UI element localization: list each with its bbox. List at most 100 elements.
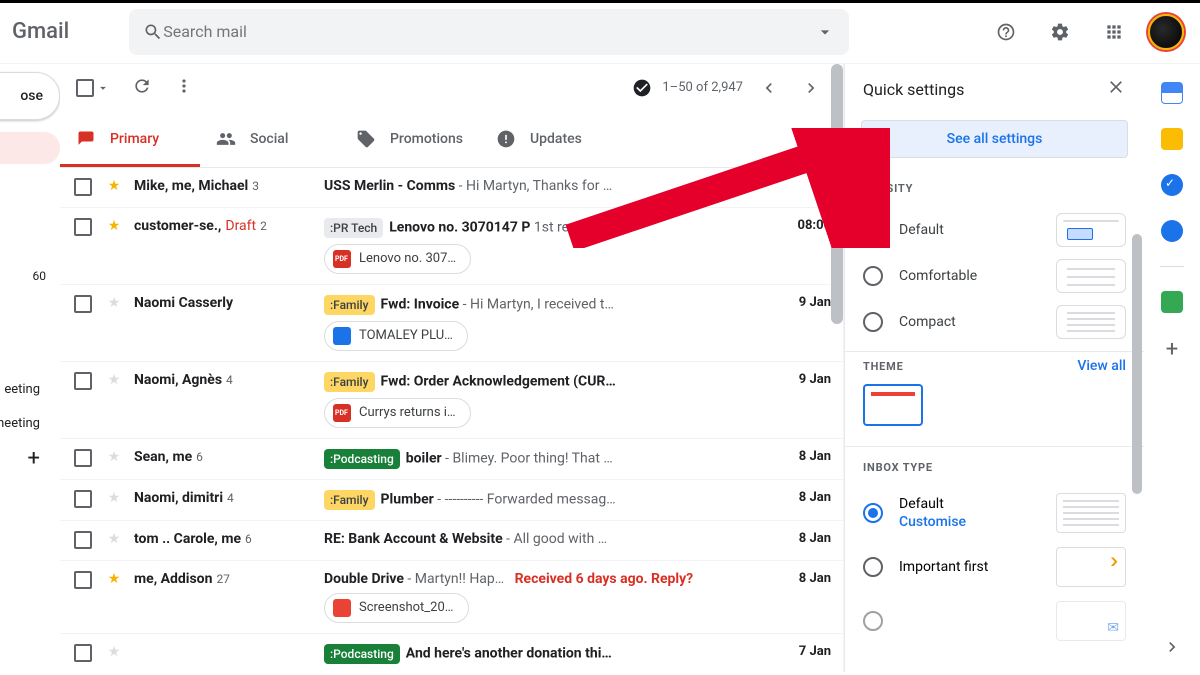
mail-row[interactable]: ★ tom .. Carole, me 6 RE: Bank Account &… [60,521,843,561]
star-icon[interactable]: ★ [104,531,124,547]
sidebar-item[interactable]: d [0,164,60,196]
sender: Naomi, dimitri 4 [134,490,314,506]
account-avatar[interactable] [1148,14,1184,50]
calendar-icon[interactable] [1161,82,1183,104]
row-date: 08:06 [771,218,831,233]
attachment-chip[interactable]: TOMALEY PLU… [324,321,468,351]
row-checkbox[interactable] [74,644,92,662]
row-date: 8 Jan [771,490,831,505]
attachment-chip[interactable]: Screenshot_20… [324,593,469,623]
contacts-icon[interactable] [1161,220,1183,242]
select-checkbox[interactable] [76,79,110,97]
attachment-chip[interactable]: Currys returns i… [324,398,471,428]
tasks-icon[interactable] [1161,174,1183,196]
row-checkbox[interactable] [74,449,92,467]
density-default[interactable]: Default [845,207,1144,253]
tab-promotions[interactable]: Promotions [340,112,480,167]
star-icon[interactable]: ★ [104,295,124,311]
star-icon[interactable]: ★ [104,644,124,660]
sender: tom .. Carole, me 6 [134,531,314,547]
close-icon[interactable] [1106,77,1126,101]
row-date: 9 Jan [771,372,831,387]
see-all-settings-button[interactable]: See all settings [861,120,1128,158]
mail-row[interactable]: ★ Mike, me, Michael 3 USS Merlin - Comms… [60,168,843,208]
sender: Naomi Casserly [134,295,314,311]
quick-settings-panel: Quick settings See all settings Density … [844,64,1144,672]
mail-row[interactable]: ★ Naomi, dimitri 4 :FamilyPlumber - ----… [60,480,843,521]
star-icon[interactable]: ★ [104,218,124,234]
mail-row[interactable]: ★ :PodcastingAnd here's another donation… [60,634,843,673]
search-input[interactable] [163,22,815,41]
settings-gear-icon[interactable] [1040,12,1080,52]
mail-row[interactable]: ★ Naomi Casserly :FamilyFwd: Invoice - H… [60,285,843,362]
sidebar-label[interactable]: meeting [0,408,60,438]
sidebar-item[interactable]: nt [0,196,60,228]
star-icon[interactable]: ★ [104,490,124,506]
sender: Mike, me, Michael 3 [134,178,314,194]
row-date: 8 Jan [771,571,831,586]
get-addons-icon[interactable]: + [1166,337,1178,362]
star-icon[interactable]: ★ [104,372,124,388]
side-addons: + [1144,64,1200,672]
row-checkbox[interactable] [74,531,92,549]
row-date: 8 Jan [771,531,831,546]
density-heading: Density [845,174,1144,207]
row-checkbox[interactable] [74,178,92,196]
help-icon[interactable] [986,12,1026,52]
sender: Sean, me 6 [134,449,314,465]
inbox-type-default[interactable]: DefaultCustomise [845,486,1144,540]
checkmark-circle-icon [632,78,652,98]
page-next-icon[interactable] [795,72,827,104]
tab-social[interactable]: Social [200,112,340,167]
keep-icon[interactable] [1161,128,1183,150]
inbox-type-unread[interactable] [845,594,1144,648]
more-icon[interactable] [174,76,194,100]
tab-primary[interactable]: Primary [60,112,200,167]
sender: customer-se., Draft 2 [134,218,314,234]
panel-title: Quick settings [863,80,964,99]
mail-row[interactable]: ★ Sean, me 6 :Podcastingboiler - Blimey.… [60,439,843,480]
row-checkbox[interactable] [74,571,92,589]
sidebar-item-inbox[interactable] [0,132,60,164]
theme-view-all-link[interactable]: View all [1077,358,1126,374]
density-compact[interactable]: Compact [845,299,1144,345]
row-date: 7 Jan [771,644,831,659]
row-date: 9 Jan [771,295,831,310]
sidebar: ose d nt 60 ries ▾ eeting meeting + [0,64,60,672]
panel-scrollbar[interactable] [1132,234,1142,494]
row-checkbox[interactable] [74,295,92,313]
search-bar[interactable] [129,9,849,55]
mail-row[interactable]: ★ customer-se., Draft 2 :PR TechLenovo n… [60,208,843,285]
sidebar-add-label[interactable]: + [0,446,60,471]
apps-grid-icon[interactable] [1094,12,1134,52]
sidebar-label[interactable]: eeting [0,374,60,404]
scrollbar[interactable] [831,64,843,324]
inbox-type-heading: Inbox type [845,453,1144,486]
page-prev-icon[interactable] [753,72,785,104]
attachment-chip[interactable]: Lenovo no. 307… [324,244,471,274]
search-dropdown-icon[interactable] [815,22,835,42]
theme-thumb[interactable] [863,384,923,426]
sidebar-more[interactable]: ▾ [0,338,60,370]
star-icon[interactable]: ★ [104,449,124,465]
sidebar-item[interactable]: ries [0,292,60,324]
addon-icon[interactable] [1161,291,1183,313]
sender: me, Addison 27 [134,571,314,587]
density-comfortable[interactable]: Comfortable [845,253,1144,299]
expand-chevron-icon[interactable] [1162,637,1182,661]
row-checkbox[interactable] [74,218,92,236]
tab-updates[interactable]: Updates [480,112,620,167]
mail-row[interactable]: ★ Naomi, Agnès 4 :FamilyFwd: Order Ackno… [60,362,843,439]
inbox-type-important[interactable]: Important first [845,540,1144,594]
mail-row[interactable]: ★ me, Addison 27 Double Drive - Martyn!!… [60,561,843,634]
star-icon[interactable]: ★ [104,178,124,194]
row-checkbox[interactable] [74,490,92,508]
sidebar-item[interactable]: 60 [0,260,60,292]
search-icon [143,22,163,42]
sidebar-item[interactable] [0,228,60,260]
compose-button[interactable]: ose [0,72,60,120]
star-icon[interactable]: ★ [104,571,124,587]
row-checkbox[interactable] [74,372,92,390]
refresh-icon[interactable] [132,76,152,100]
row-date: 8 Jan [771,449,831,464]
